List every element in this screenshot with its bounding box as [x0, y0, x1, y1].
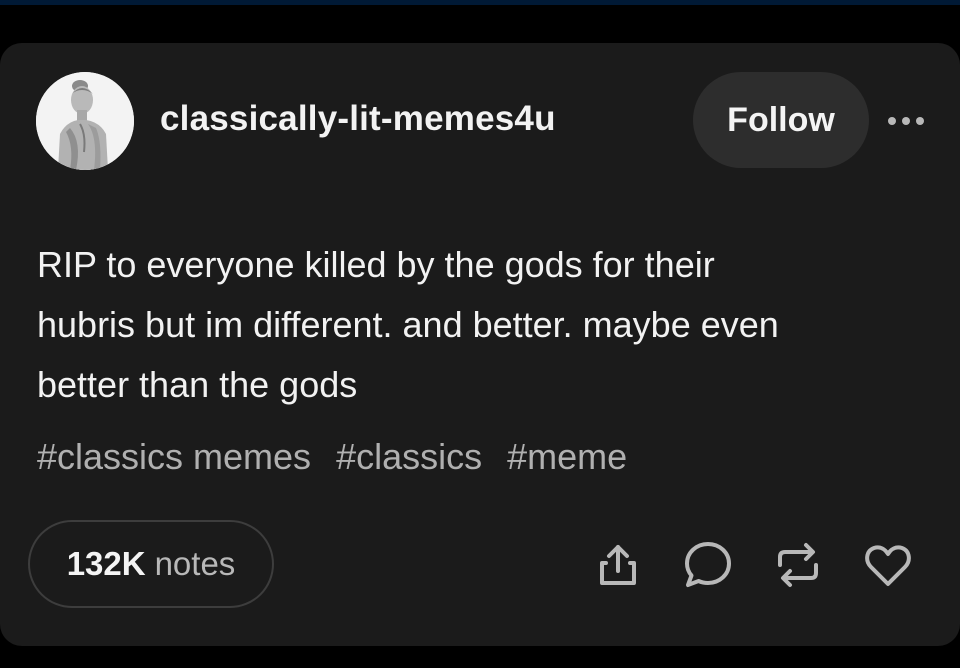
- post-body-line: hubris but im different. and better. may…: [37, 304, 779, 345]
- notes-label: notes: [154, 545, 236, 582]
- post-tags: #classics memes #classics #meme: [37, 436, 627, 478]
- post-body-line: better than the gods: [37, 364, 358, 405]
- notes-button[interactable]: 132K notes: [28, 520, 274, 608]
- share-icon: [600, 545, 636, 585]
- tag-meme[interactable]: #meme: [507, 436, 627, 478]
- user-avatar[interactable]: [36, 72, 134, 170]
- reply-icon: [685, 542, 731, 587]
- more-options-button[interactable]: [885, 107, 929, 135]
- notes-count: 132K: [66, 545, 146, 582]
- reblog-icon: [778, 543, 818, 587]
- share-button[interactable]: [592, 539, 644, 591]
- post-body-line: RIP to everyone killed by the gods for t…: [37, 244, 715, 285]
- follow-button[interactable]: Follow: [693, 72, 869, 168]
- post-card: classically-lit-memes4u Follow RIP to ev…: [0, 43, 960, 646]
- statue-bust-icon: [36, 72, 134, 170]
- tag-classics[interactable]: #classics: [336, 436, 482, 478]
- reply-button[interactable]: [682, 539, 734, 591]
- top-status-strip: [0, 0, 960, 5]
- post-body-text: RIP to everyone killed by the gods for t…: [37, 235, 917, 415]
- reblog-button[interactable]: [772, 539, 824, 591]
- post-username[interactable]: classically-lit-memes4u: [160, 99, 556, 139]
- like-button[interactable]: [862, 539, 914, 591]
- more-options-icon: [888, 117, 924, 125]
- heart-icon: [865, 545, 911, 586]
- tag-classics-memes[interactable]: #classics memes: [37, 436, 311, 478]
